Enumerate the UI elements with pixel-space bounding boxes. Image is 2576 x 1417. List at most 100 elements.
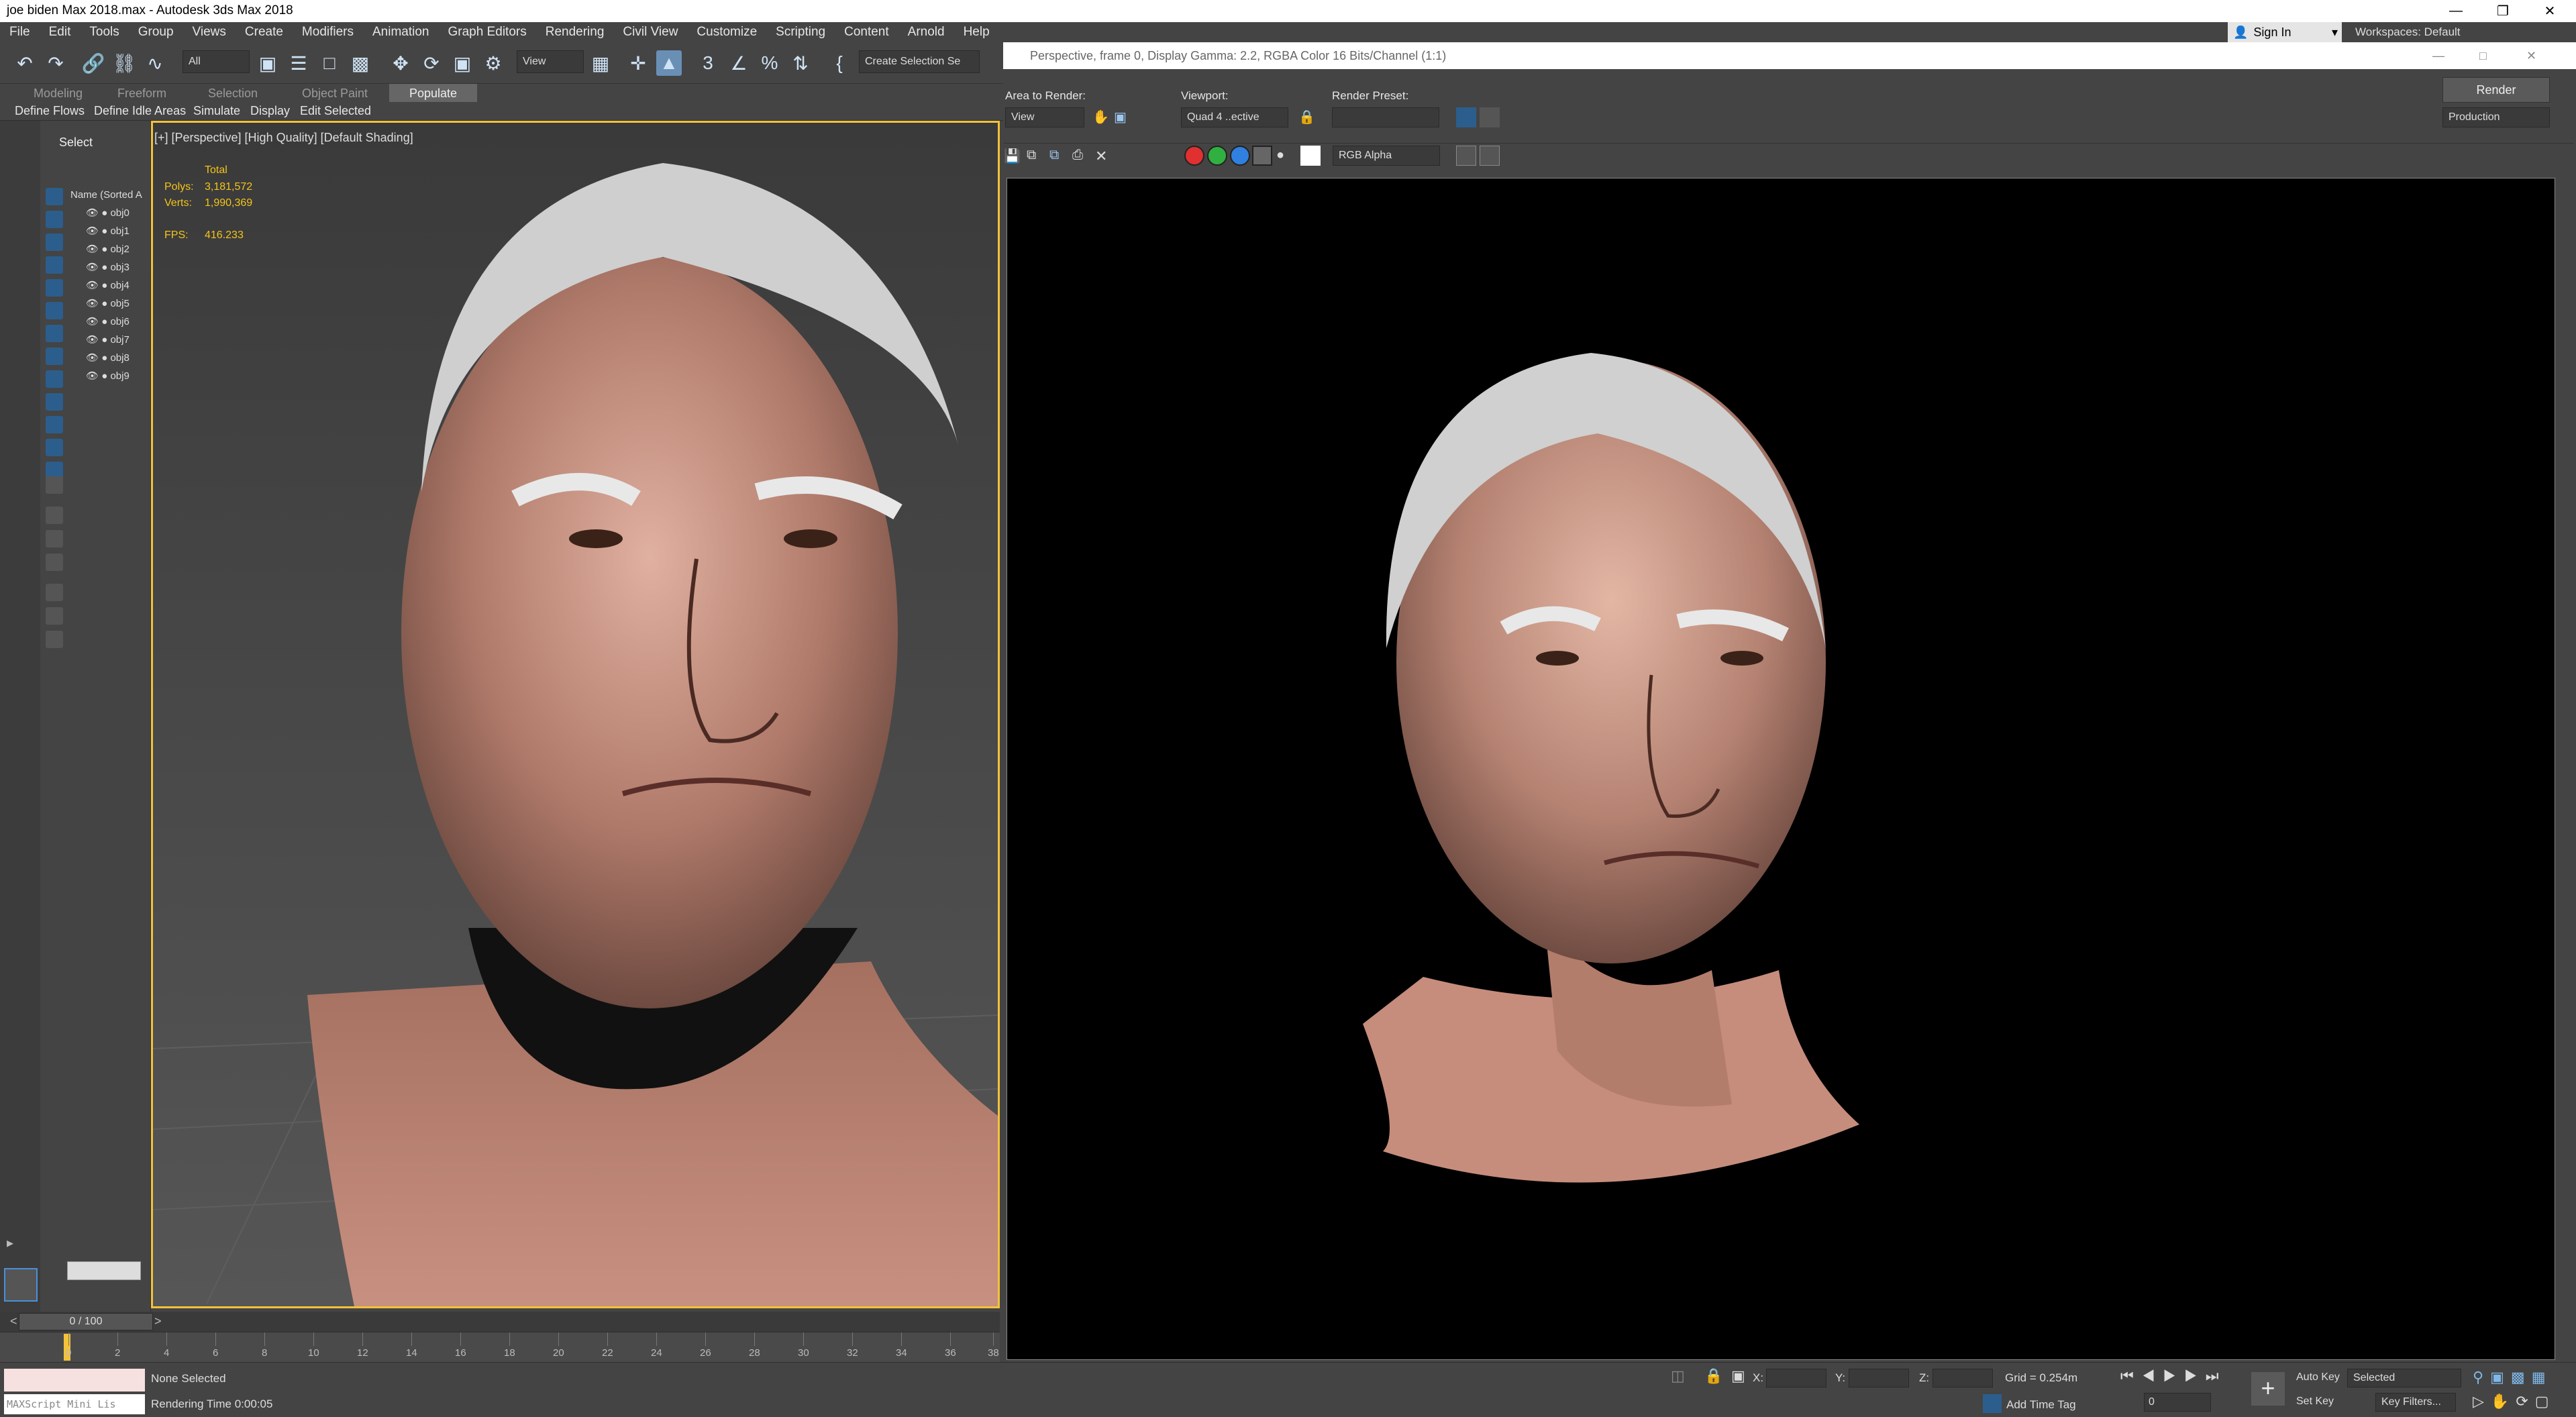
- menu-animation[interactable]: Animation: [363, 22, 439, 42]
- keyboard-shortcut-override-icon[interactable]: ▲: [656, 50, 682, 76]
- go-to-end-icon[interactable]: ⏭: [2206, 1367, 2227, 1384]
- eye-icon[interactable]: 👁 ●: [86, 298, 110, 309]
- perspective-viewport[interactable]: [151, 121, 1000, 1308]
- copy-image-icon[interactable]: ⧉: [1027, 148, 1045, 166]
- lock-selection-icon[interactable]: 🔒: [1704, 1367, 1724, 1387]
- red-channel-toggle[interactable]: [1184, 146, 1204, 166]
- rotate-icon[interactable]: ⟳: [419, 50, 444, 76]
- list-item[interactable]: 👁 ● obj5: [86, 297, 130, 309]
- display-cameras-icon[interactable]: [46, 279, 63, 297]
- maximize-viewport-icon[interactable]: ▢: [2535, 1393, 2556, 1410]
- viewport-label[interactable]: [+] [Perspective] [High Quality] [Defaul…: [154, 131, 413, 145]
- eye-icon[interactable]: 👁 ●: [86, 334, 110, 346]
- display-shapes-icon[interactable]: [46, 233, 63, 251]
- key-filters-button[interactable]: Key Filters...: [2375, 1393, 2456, 1412]
- eye-icon[interactable]: 👁 ●: [86, 352, 110, 364]
- named-selection-set-dropdown[interactable]: Create Selection Se: [859, 50, 980, 73]
- eye-icon[interactable]: 👁 ●: [86, 244, 110, 255]
- display-channel-dropdown[interactable]: RGB Alpha: [1333, 146, 1440, 166]
- go-to-start-icon[interactable]: ⏮: [2120, 1367, 2142, 1384]
- eye-icon[interactable]: 👁 ●: [86, 316, 110, 327]
- menu-civil-view[interactable]: Civil View: [613, 22, 687, 42]
- mono-toggle-icon[interactable]: ●: [1276, 148, 1284, 163]
- frame-display[interactable]: 0 / 100: [19, 1313, 153, 1330]
- field-of-view-icon[interactable]: ▷: [2473, 1393, 2491, 1410]
- render-preset-dropdown[interactable]: [1332, 107, 1439, 127]
- eye-icon[interactable]: 👁 ●: [86, 262, 110, 273]
- list-item[interactable]: 👁 ● obj1: [86, 225, 130, 237]
- menu-group[interactable]: Group: [129, 22, 183, 42]
- list-item[interactable]: 👁 ● obj8: [86, 352, 130, 364]
- next-frame-icon[interactable]: ▶: [2184, 1367, 2206, 1384]
- save-image-icon[interactable]: 💾: [1004, 148, 1023, 166]
- viewport-layout-icon[interactable]: [4, 1268, 38, 1302]
- select-by-name-icon[interactable]: ☰: [286, 50, 311, 76]
- render-setup-icon[interactable]: [1456, 107, 1476, 127]
- menu-graph-editors[interactable]: Graph Editors: [439, 22, 536, 42]
- render-close-button[interactable]: ✕: [2526, 42, 2536, 69]
- display-groups-icon[interactable]: [46, 348, 63, 365]
- menu-create[interactable]: Create: [236, 22, 293, 42]
- swatch-white[interactable]: [1300, 146, 1321, 166]
- pivot-center-icon[interactable]: ▦: [588, 50, 613, 76]
- time-tag-icon[interactable]: [1983, 1394, 2002, 1413]
- area-to-render-dropdown[interactable]: View: [1005, 107, 1084, 127]
- play-icon[interactable]: ▶: [2163, 1367, 2184, 1384]
- menu-modifiers[interactable]: Modifiers: [293, 22, 363, 42]
- spinner-snap-icon[interactable]: ⇅: [788, 50, 813, 76]
- window-crossing-icon[interactable]: ▩: [348, 50, 373, 76]
- reference-coordinate-dropdown[interactable]: View: [517, 50, 584, 73]
- tab-populate[interactable]: Populate: [389, 84, 478, 103]
- list-item[interactable]: 👁 ● obj0: [86, 207, 130, 219]
- display-helpers-icon[interactable]: [46, 302, 63, 319]
- select-label[interactable]: Select: [59, 136, 93, 150]
- place-icon[interactable]: ⚙: [480, 50, 506, 76]
- render-minimize-button[interactable]: —: [2432, 42, 2444, 69]
- menu-tools[interactable]: Tools: [80, 22, 128, 42]
- explorer-scrollbar[interactable]: [67, 1261, 141, 1280]
- name-column-header[interactable]: Name (Sorted A: [70, 189, 142, 201]
- environment-effects-icon[interactable]: [1480, 107, 1500, 127]
- list-item[interactable]: 👁 ● obj7: [86, 333, 130, 346]
- display-all-icon[interactable]: [46, 476, 63, 494]
- display-containers-icon[interactable]: [46, 416, 63, 433]
- layers-icon[interactable]: [46, 631, 63, 648]
- select-manipulate-icon[interactable]: ✛: [625, 50, 651, 76]
- production-dropdown[interactable]: Production: [2442, 107, 2550, 127]
- display-influences-icon[interactable]: [46, 554, 63, 571]
- render-canvas[interactable]: [1007, 178, 2555, 1360]
- render-button[interactable]: Render: [2442, 77, 2550, 103]
- select-object-icon[interactable]: ▣: [255, 50, 280, 76]
- display-none-icon[interactable]: [46, 188, 63, 205]
- move-icon[interactable]: ✥: [388, 50, 413, 76]
- restore-button[interactable]: ❐: [2483, 0, 2523, 22]
- orbit-icon[interactable]: ⟳: [2516, 1393, 2534, 1410]
- absolute-mode-icon[interactable]: ▣: [1731, 1367, 1751, 1387]
- display-lights-icon[interactable]: [46, 256, 63, 274]
- tab-object-paint[interactable]: Object Paint: [302, 84, 368, 103]
- eye-icon[interactable]: 👁 ●: [86, 225, 110, 237]
- display-space-warps-icon[interactable]: [46, 325, 63, 342]
- render-maximize-button[interactable]: □: [2479, 42, 2487, 69]
- snaps-toggle-icon[interactable]: 3: [695, 50, 721, 76]
- eye-icon[interactable]: 👁 ●: [86, 370, 110, 382]
- unlink-icon[interactable]: ⛓: [111, 50, 137, 76]
- chevron-left-icon[interactable]: <: [10, 1314, 17, 1328]
- z-coordinate-field[interactable]: [1933, 1369, 1993, 1387]
- filter-icon[interactable]: [46, 607, 63, 625]
- current-frame-field[interactable]: 0: [2144, 1393, 2211, 1412]
- list-item[interactable]: 👁 ● obj2: [86, 243, 130, 255]
- angle-snap-icon[interactable]: ∠: [726, 50, 752, 76]
- zoom-all-icon[interactable]: ▣: [2490, 1369, 2511, 1385]
- track-bar[interactable]: 0 2 4 6 8 10 12 14 16 18 20 22 24 26 28 …: [0, 1332, 1000, 1362]
- expand-icon[interactable]: ▸: [7, 1235, 25, 1253]
- previous-frame-icon[interactable]: ◀: [2142, 1367, 2163, 1384]
- chevron-right-icon[interactable]: >: [154, 1314, 162, 1328]
- menu-arnold[interactable]: Arnold: [898, 22, 954, 42]
- auto-region-icon[interactable]: ▣: [1114, 109, 1133, 127]
- set-key-icon[interactable]: +: [2251, 1372, 2285, 1406]
- bind-space-warp-icon[interactable]: ∿: [142, 50, 168, 76]
- display-xrefs-icon[interactable]: [46, 370, 63, 388]
- rectangular-selection-icon[interactable]: □: [317, 50, 342, 76]
- menu-scripting[interactable]: Scripting: [766, 22, 835, 42]
